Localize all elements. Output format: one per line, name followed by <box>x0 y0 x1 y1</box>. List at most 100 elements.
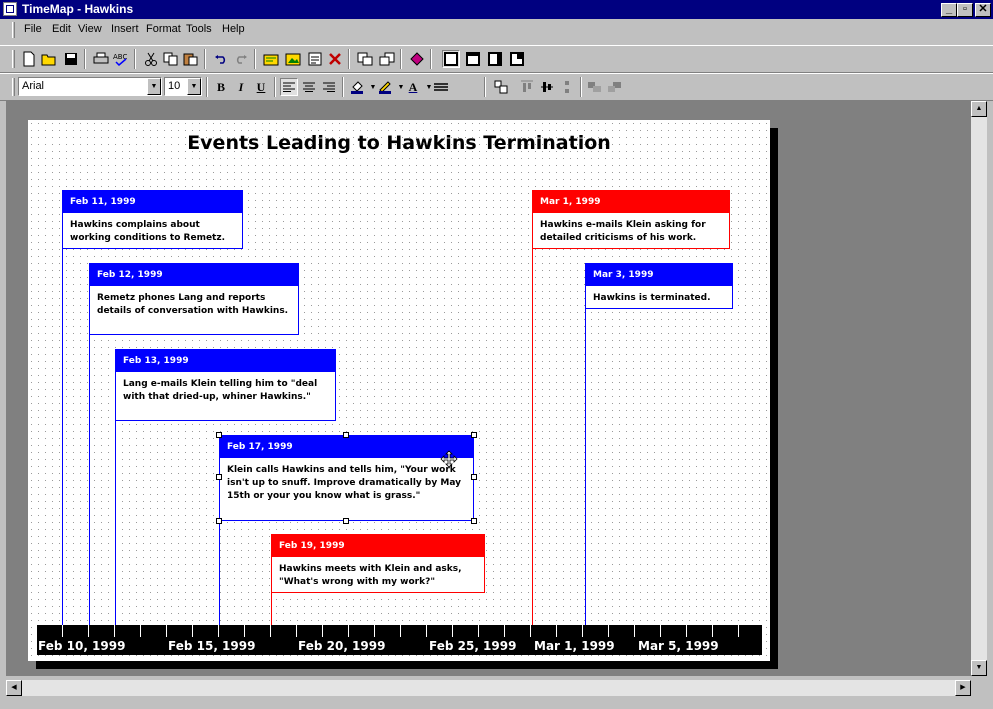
scroll-up-arrow-icon[interactable]: ▲ <box>971 101 987 117</box>
font-size-select[interactable]: 10 ▼ <box>164 77 202 96</box>
axis-tick <box>348 625 349 637</box>
resize-handle-sw[interactable] <box>216 518 222 524</box>
toolbar-separator <box>204 49 206 69</box>
menu-view[interactable]: View <box>78 23 102 35</box>
layout-corner-icon[interactable] <box>508 50 526 68</box>
resize-handle-n[interactable] <box>343 432 349 438</box>
send-backward-icon[interactable] <box>378 50 396 68</box>
bring-forward-icon[interactable] <box>356 50 374 68</box>
order-back-icon[interactable] <box>606 78 624 96</box>
toolbar-separator <box>484 77 486 97</box>
resize-handle-e[interactable] <box>471 474 477 480</box>
event-description: Lang e-mails Klein telling him to "deal … <box>123 379 318 402</box>
vertical-scrollbar[interactable]: ▲ ▼ <box>971 101 987 676</box>
event-card[interactable]: Feb 19, 1999 Hawkins meets with Klein an… <box>271 534 485 593</box>
layout-right-icon[interactable] <box>486 50 504 68</box>
axis-label: Feb 10, 1999 <box>38 639 126 653</box>
open-folder-icon[interactable] <box>40 50 58 68</box>
scroll-right-arrow-icon[interactable]: ▶ <box>955 680 971 696</box>
axis-tick <box>244 625 245 637</box>
spellcheck-icon[interactable]: ABC <box>112 50 130 68</box>
axis-label: Feb 15, 1999 <box>168 639 256 653</box>
link-icon[interactable] <box>408 50 426 68</box>
toolbar-grip[interactable] <box>12 50 15 68</box>
underline-button[interactable]: U <box>252 78 270 96</box>
align-right-icon[interactable] <box>320 78 338 96</box>
axis-tick <box>452 625 453 637</box>
group-icon[interactable] <box>492 78 510 96</box>
event-card[interactable]: Mar 1, 1999 Hawkins e-mails Klein asking… <box>532 190 730 249</box>
event-connector-line <box>219 520 220 625</box>
maximize-button[interactable]: ▫ <box>957 3 973 17</box>
menu-help[interactable]: Help <box>222 23 245 35</box>
save-disk-icon[interactable] <box>62 50 80 68</box>
menu-file[interactable]: File <box>24 23 42 35</box>
layout-page-icon[interactable] <box>442 50 460 68</box>
layout-top-icon[interactable] <box>464 50 482 68</box>
menu-insert[interactable]: Insert <box>111 23 139 35</box>
resize-handle-se[interactable] <box>471 518 477 524</box>
title-bar[interactable]: TimeMap - Hawkins _ ▫ ✕ <box>0 0 993 19</box>
align-center-icon[interactable] <box>300 78 318 96</box>
axis-tick <box>62 625 63 637</box>
minimize-button[interactable]: _ <box>941 3 957 17</box>
menu-edit[interactable]: Edit <box>52 23 71 35</box>
italic-button[interactable]: I <box>232 78 250 96</box>
app-icon[interactable] <box>3 2 17 16</box>
line-style-icon[interactable] <box>432 78 450 96</box>
align-top-icon[interactable] <box>518 78 536 96</box>
chevron-down-icon[interactable]: ▼ <box>147 78 161 95</box>
event-card[interactable]: Feb 11, 1999 Hawkins complains about wor… <box>62 190 243 249</box>
page-title[interactable]: Events Leading to Hawkins Termination <box>28 132 770 154</box>
printer-icon[interactable] <box>92 50 110 68</box>
undo-icon[interactable] <box>212 50 230 68</box>
new-file-icon[interactable] <box>20 50 38 68</box>
scroll-down-arrow-icon[interactable]: ▼ <box>971 660 987 676</box>
menubar-grip[interactable] <box>12 22 15 38</box>
event-date: Feb 12, 1999 <box>90 264 298 286</box>
axis-tick <box>634 625 635 637</box>
axis-tick <box>166 625 167 637</box>
status-bar <box>0 697 993 709</box>
toolbar-separator <box>430 49 432 69</box>
toolbar-separator <box>580 77 582 97</box>
event-card[interactable]: Feb 13, 1999 Lang e-mails Klein telling … <box>115 349 336 421</box>
menu-tools[interactable]: Tools <box>186 23 212 35</box>
axis-label: Mar 5, 1999 <box>638 639 719 653</box>
event-date: Mar 1, 1999 <box>533 191 729 213</box>
resize-handle-s[interactable] <box>343 518 349 524</box>
order-front-icon[interactable] <box>586 78 604 96</box>
event-description: Klein calls Hawkins and tells him, "Your… <box>227 465 461 501</box>
resize-handle-nw[interactable] <box>216 432 222 438</box>
axis-tick <box>660 625 661 637</box>
copy-icon[interactable] <box>162 50 180 68</box>
chevron-down-icon[interactable]: ▼ <box>187 78 201 95</box>
axis-tick <box>374 625 375 637</box>
resize-handle-ne[interactable] <box>471 432 477 438</box>
event-card[interactable]: Mar 3, 1999 Hawkins is terminated. <box>585 263 733 309</box>
scroll-left-arrow-icon[interactable]: ◀ <box>6 680 22 696</box>
event-card-selected[interactable]: Feb 17, 1999 Klein calls Hawkins and tel… <box>219 435 474 521</box>
align-middle-icon[interactable] <box>538 78 556 96</box>
insert-event-icon[interactable] <box>262 50 280 68</box>
close-button[interactable]: ✕ <box>975 3 991 17</box>
redo-icon[interactable] <box>232 50 250 68</box>
delete-x-icon[interactable] <box>326 50 344 68</box>
event-card[interactable]: Feb 12, 1999 Remetz phones Lang and repo… <box>89 263 299 335</box>
toolbar-separator <box>342 77 344 97</box>
menu-format[interactable]: Format <box>146 23 181 35</box>
insert-picture-icon[interactable] <box>284 50 302 68</box>
distribute-icon[interactable] <box>558 78 576 96</box>
horizontal-scrollbar[interactable]: ◀ ▶ <box>6 680 971 696</box>
font-name-select[interactable]: Arial ▼ <box>18 77 162 96</box>
paste-icon[interactable] <box>182 50 200 68</box>
resize-handle-w[interactable] <box>216 474 222 480</box>
timeline-axis[interactable]: Feb 10, 1999 Feb 15, 1999 Feb 20, 1999 F… <box>37 625 762 655</box>
menu-bar: File Edit View Insert Format Tools Help <box>0 19 993 41</box>
bold-button[interactable]: B <box>212 78 230 96</box>
scissors-icon[interactable] <box>142 50 160 68</box>
toolbar-grip[interactable] <box>12 78 15 96</box>
timeline-page[interactable]: Events Leading to Hawkins Termination Fe… <box>28 120 770 661</box>
align-left-icon[interactable] <box>280 78 298 96</box>
properties-icon[interactable] <box>306 50 324 68</box>
